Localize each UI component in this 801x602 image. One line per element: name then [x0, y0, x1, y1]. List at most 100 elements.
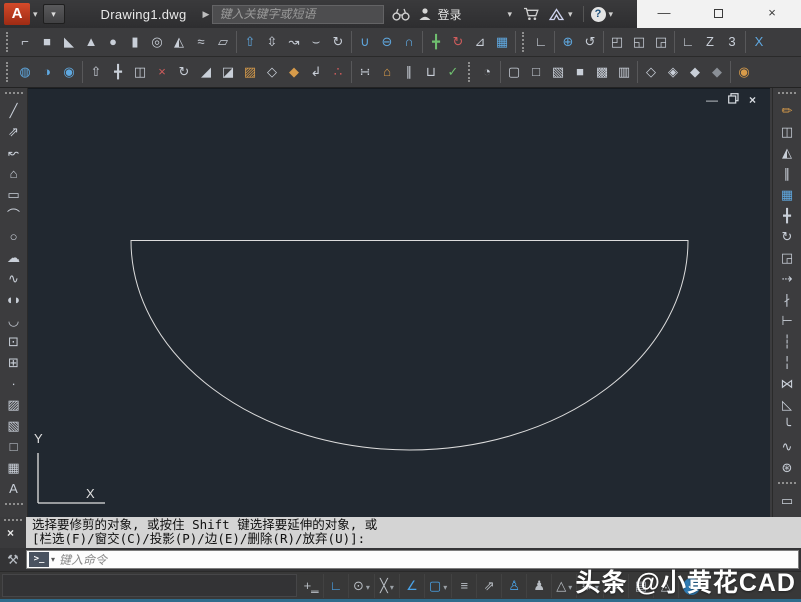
ucs-origin-button[interactable]: ∟ — [677, 30, 699, 54]
maximize-button[interactable] — [691, 0, 745, 28]
exchange-dropdown-icon[interactable]: ▾ — [568, 9, 573, 20]
toolbar-grip[interactable] — [522, 32, 526, 52]
ucs-zaxis-button[interactable]: Z — [699, 30, 721, 54]
toolbar-grip[interactable] — [468, 62, 472, 82]
helix-button[interactable]: ≈ — [190, 30, 212, 54]
loft-button[interactable]: ⌣ — [305, 30, 327, 54]
arc-button[interactable]: ⌒ — [2, 205, 26, 226]
command-prompt-icon[interactable]: >_ — [29, 552, 49, 567]
wedge-button[interactable]: ◣ — [58, 30, 80, 54]
search-expand-icon[interactable]: ▶ — [203, 9, 210, 20]
delete-faces-button[interactable]: × — [151, 60, 173, 84]
help-icon[interactable]: ? — [590, 6, 606, 22]
lineweight-button[interactable]: ≡ — [452, 574, 478, 598]
revision-cloud-button[interactable]: ☁ — [2, 247, 26, 268]
subtract-solid-button[interactable]: ◑ — [36, 60, 58, 84]
cone-button[interactable]: ▲ — [80, 30, 102, 54]
taper-faces-button[interactable]: ◢ — [195, 60, 217, 84]
explode-button[interactable]: ⊛ — [775, 457, 799, 478]
polyline-button[interactable]: ↜ — [2, 142, 26, 163]
polygon-button[interactable]: ⌂ — [2, 163, 26, 184]
ortho-mode-button[interactable]: ∟ — [324, 574, 349, 598]
quick-access-dropdown-button[interactable]: ▾ — [42, 4, 65, 24]
isometric-drafting-button[interactable]: ╳ ▾ — [375, 574, 400, 598]
press-pull-button[interactable]: ⇳ — [261, 30, 283, 54]
planar-surface-button[interactable]: ▱ — [212, 30, 234, 54]
doc-minimize-button[interactable]: — — [706, 93, 718, 107]
clean-button[interactable]: ∴ — [327, 60, 349, 84]
search-input[interactable] — [212, 4, 385, 24]
vs-conceptual-button[interactable]: ▩ — [591, 60, 613, 84]
blend-curves-button[interactable]: ∿ — [775, 436, 799, 457]
region-button[interactable]: □ — [2, 436, 26, 457]
doc-restore-button[interactable] — [728, 93, 739, 107]
join-button[interactable]: ⋈ — [775, 373, 799, 394]
extrude-faces-button[interactable]: ⇧ — [85, 60, 107, 84]
sweep-button[interactable]: ↝ — [283, 30, 305, 54]
ucs-x-button[interactable]: X — [748, 30, 770, 54]
render-preset-low-button[interactable]: ◈ — [662, 60, 684, 84]
render-preset-medium-button[interactable]: ◆ — [684, 60, 706, 84]
ellipse-button[interactable]: ◖◗ — [2, 289, 26, 310]
stretch-button[interactable]: ⇢ — [775, 268, 799, 289]
object-snap-tracking-button[interactable]: ∠ — [400, 574, 425, 598]
app-menu-arrow-icon[interactable]: ▾ — [33, 9, 38, 20]
cylinder-button[interactable]: ▮ — [124, 30, 146, 54]
rectangle-button[interactable]: ▭ — [2, 184, 26, 205]
copy-faces-button[interactable]: ◪ — [217, 60, 239, 84]
extend-button[interactable]: ⊢ — [775, 310, 799, 331]
erase-button[interactable]: ✏ — [775, 100, 799, 121]
shell-button[interactable]: ⌂ — [376, 60, 398, 84]
toolbar-grip[interactable] — [778, 482, 796, 486]
move-faces-button[interactable]: ╋ — [107, 60, 129, 84]
pyramid-button[interactable]: ◭ — [168, 30, 190, 54]
move-button[interactable]: ╋ — [775, 205, 799, 226]
doc-close-button[interactable]: × — [749, 93, 756, 107]
color-faces-button[interactable]: ▨ — [239, 60, 261, 84]
array-button[interactable]: ▦ — [775, 184, 799, 205]
subtract-button[interactable]: ⊖ — [376, 30, 398, 54]
command-history[interactable]: 选择要修剪的对象, 或按住 Shift 键选择要延伸的对象, 或 [栏选(F)/窗… — [26, 517, 801, 548]
insert-block-button[interactable]: ⊡ — [2, 331, 26, 352]
toolbar-grip[interactable] — [4, 503, 23, 507]
rotate-faces-button[interactable]: ↻ — [173, 60, 195, 84]
spline-button[interactable]: ∿ — [2, 268, 26, 289]
copy-button[interactable]: ◫ — [775, 121, 799, 142]
gradient-button[interactable]: ▧ — [2, 415, 26, 436]
slice-button[interactable]: ∥ — [398, 60, 420, 84]
toolbar-grip[interactable] — [4, 92, 23, 96]
binoculars-icon[interactable] — [392, 8, 411, 21]
ucs-button[interactable]: ∟ — [530, 30, 552, 54]
hatch-button[interactable]: ▨ — [2, 394, 26, 415]
scale-button[interactable]: ◲ — [775, 247, 799, 268]
vs-shaded-button[interactable]: ▥ — [613, 60, 635, 84]
annotation-scale-button[interactable]: △ ▾ — [552, 574, 578, 598]
3d-align-button[interactable]: ⊿ — [469, 30, 491, 54]
3d-array-button[interactable]: ▦ — [491, 30, 513, 54]
line-button[interactable]: ╱ — [2, 100, 26, 121]
construction-line-button[interactable]: ⇗ — [2, 121, 26, 142]
minimize-button[interactable]: — — [637, 0, 691, 28]
render-button[interactable]: ◔ — [476, 60, 498, 84]
toolbar-grip[interactable] — [778, 92, 796, 96]
3d-rotate-button[interactable]: ↻ — [447, 30, 469, 54]
point-button[interactable]: ∙ — [2, 373, 26, 394]
login-label[interactable]: 登录 — [437, 6, 461, 23]
user-icon[interactable] — [418, 7, 432, 21]
mirror-button[interactable]: ◭ — [775, 142, 799, 163]
selection-cycling-button[interactable]: ⇗ — [477, 574, 503, 598]
vs-wireframe-button[interactable]: □ — [525, 60, 547, 84]
command-window-grip[interactable] — [4, 519, 22, 522]
offset-button[interactable]: ∥ — [775, 163, 799, 184]
vs-realistic-button[interactable]: ■ — [569, 60, 591, 84]
customize-wrench-icon[interactable]: ⚒ — [0, 552, 26, 568]
ucs-previous-button[interactable]: ↺ — [579, 30, 601, 54]
polysolid-button[interactable]: ⌐ — [14, 30, 36, 54]
annotation-visibility-button[interactable]: ♙ — [502, 574, 528, 598]
vs-hidden-button[interactable]: ▧ — [547, 60, 569, 84]
render-preset-draft-button[interactable]: ◇ — [640, 60, 662, 84]
vs-2d-wireframe-button[interactable]: ▢ — [503, 60, 525, 84]
autoscale-button[interactable]: ♟ — [527, 574, 553, 598]
union-solid-button[interactable]: ◍ — [14, 60, 36, 84]
ucs-3point-button[interactable]: 3 — [721, 30, 743, 54]
